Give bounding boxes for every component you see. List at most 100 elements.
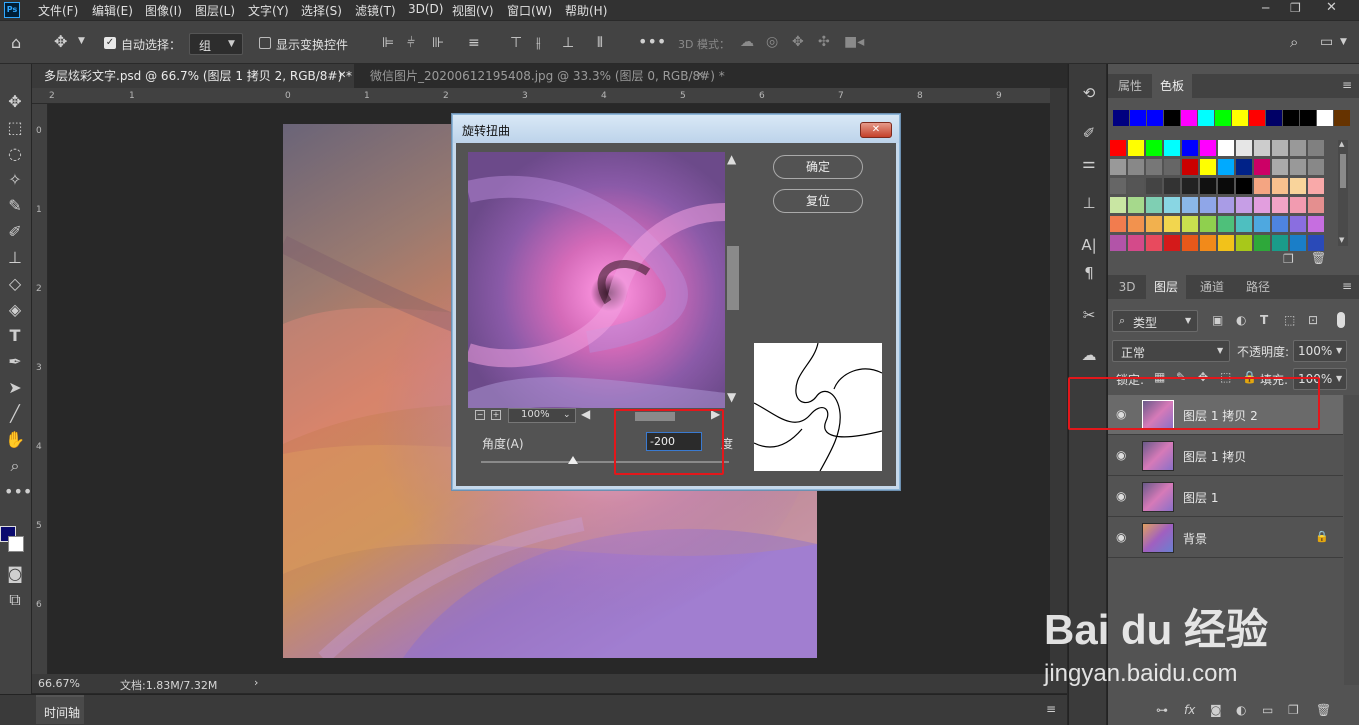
color-swatch[interactable] <box>1254 197 1270 213</box>
line-tool-icon[interactable]: ╱ <box>4 406 26 422</box>
color-swatch[interactable] <box>1272 197 1288 213</box>
color-swatch[interactable] <box>1308 140 1324 156</box>
color-swatch[interactable] <box>1146 235 1162 251</box>
preview-zoom-dropdown[interactable]: 100% ⌄ <box>508 408 576 423</box>
type-tool-icon[interactable]: T <box>4 328 26 344</box>
scroll-down-icon[interactable]: ▼ <box>727 390 736 404</box>
color-swatch[interactable] <box>1334 110 1350 126</box>
color-swatch[interactable] <box>1164 159 1180 175</box>
color-swatch[interactable] <box>1128 235 1144 251</box>
filter-shape-icon[interactable]: ⬚ <box>1284 314 1295 326</box>
color-swatch[interactable] <box>1272 216 1288 232</box>
menu-layer[interactable]: 图层(L) <box>195 2 235 19</box>
color-swatch[interactable] <box>1128 159 1144 175</box>
menu-image[interactable]: 图像(I) <box>145 2 182 19</box>
panel-menu-icon[interactable]: ≡ <box>1046 703 1056 715</box>
color-swatch[interactable] <box>1182 178 1198 194</box>
color-swatch[interactable] <box>1182 159 1198 175</box>
panel-menu-icon[interactable]: ≡ <box>1342 280 1352 292</box>
tab-active-document[interactable]: 多层炫彩文字.psd @ 66.7% (图层 1 拷贝 2, RGB/8#) *… <box>32 64 354 88</box>
zoom-tool-icon[interactable]: ⌕ <box>4 458 26 474</box>
layer-row[interactable]: ◉ 背景 🔒 <box>1108 518 1343 558</box>
color-swatch[interactable] <box>1290 216 1306 232</box>
menu-filter[interactable]: 滤镜(T) <box>355 2 396 19</box>
timeline-tab[interactable]: 时间轴 <box>36 695 84 724</box>
pan-3d-icon[interactable]: ✥ <box>792 35 804 49</box>
color-swatch[interactable] <box>1146 178 1162 194</box>
color-swatch[interactable] <box>1218 216 1234 232</box>
color-swatch[interactable] <box>1164 110 1180 126</box>
menu-3d[interactable]: 3D(D) <box>408 2 443 16</box>
color-swatch[interactable] <box>1254 178 1270 194</box>
color-swatch[interactable] <box>1236 159 1252 175</box>
layer-row[interactable]: ◉ 图层 1 拷贝 <box>1108 436 1343 476</box>
auto-select-dropdown[interactable]: 组 ▼ <box>189 33 243 55</box>
close-window-icon[interactable]: ✕ <box>1326 1 1337 14</box>
tab-swatches[interactable]: 色板 <box>1152 74 1192 98</box>
align-top-icon[interactable]: ⊤ <box>510 36 522 50</box>
roll-3d-icon[interactable]: ◎ <box>766 35 778 49</box>
dialog-titlebar[interactable]: 旋转扭曲 ✕ <box>453 115 899 143</box>
color-swatch[interactable] <box>1181 110 1197 126</box>
close-icon[interactable]: ✕ <box>860 122 892 138</box>
color-swatch[interactable] <box>1308 235 1324 251</box>
tab-document-2[interactable]: 微信图片_20200612195408.jpg @ 33.3% (图层 0, R… <box>358 64 725 88</box>
align-hcenter-icon[interactable]: ⫩ <box>407 36 415 50</box>
character-icon[interactable]: A| <box>1079 238 1099 253</box>
clone-source-icon[interactable]: ⊥ <box>1079 196 1099 211</box>
adjustments-icon[interactable]: ⚌ <box>1079 156 1099 171</box>
photoshop-logo[interactable]: Ps <box>4 2 20 18</box>
color-swatch[interactable] <box>1308 159 1324 175</box>
color-swatch[interactable] <box>1266 110 1282 126</box>
color-swatch[interactable] <box>1146 197 1162 213</box>
tab-layers[interactable]: 图层 <box>1146 275 1186 299</box>
canvas-vertical-scrollbar[interactable] <box>1050 88 1067 674</box>
color-swatch[interactable] <box>1128 140 1144 156</box>
color-swatch[interactable] <box>1308 197 1324 213</box>
color-swatch[interactable] <box>1200 216 1216 232</box>
color-swatch[interactable] <box>1164 197 1180 213</box>
paragraph-icon[interactable]: ¶ <box>1079 266 1099 281</box>
color-swatch[interactable] <box>1308 178 1324 194</box>
tools-icon[interactable]: ✂ <box>1079 308 1099 323</box>
color-swatch[interactable] <box>1164 235 1180 251</box>
close-tab-icon[interactable]: ✕ <box>696 64 704 88</box>
brush-settings-icon[interactable]: ✐ <box>1079 126 1099 141</box>
color-swatch[interactable] <box>1218 197 1234 213</box>
menu-help[interactable]: 帮助(H) <box>565 2 607 19</box>
color-swatch[interactable] <box>1110 159 1126 175</box>
filter-smart-object-icon[interactable]: ⊡ <box>1308 314 1318 326</box>
menu-file[interactable]: 文件(F) <box>38 2 78 19</box>
color-swatch[interactable] <box>1128 216 1144 232</box>
home-icon[interactable]: ⌂ <box>11 35 21 51</box>
path-selection-tool-icon[interactable]: ➤ <box>4 380 26 396</box>
color-swatch[interactable] <box>1290 140 1306 156</box>
color-swatch[interactable] <box>1128 197 1144 213</box>
distribute-icon[interactable]: ≡ <box>468 36 480 50</box>
libraries-icon[interactable]: ☁ <box>1079 348 1099 363</box>
more-options-icon[interactable]: ••• <box>638 34 666 50</box>
camera-3d-icon[interactable]: ■◂ <box>844 35 864 49</box>
quick-mask-icon[interactable]: ◙ <box>4 566 26 582</box>
color-swatch[interactable] <box>1200 140 1216 156</box>
scroll-up-icon[interactable]: ▲ <box>1339 140 1344 148</box>
scroll-down-icon[interactable]: ▼ <box>1339 236 1344 244</box>
color-swatch[interactable] <box>1146 159 1162 175</box>
color-swatch[interactable] <box>1182 216 1198 232</box>
color-swatch[interactable] <box>1128 178 1144 194</box>
color-swatch[interactable] <box>1200 159 1216 175</box>
menu-type[interactable]: 文字(Y) <box>248 2 289 19</box>
blend-mode-dropdown[interactable]: 正常 ▼ <box>1112 340 1230 362</box>
color-swatch[interactable] <box>1283 110 1299 126</box>
marquee-tool-icon[interactable]: ⬚ <box>4 120 26 136</box>
pen-tool-icon[interactable]: ✒ <box>4 354 26 370</box>
color-swatch[interactable] <box>1218 159 1234 175</box>
layer-name[interactable]: 图层 1 拷贝 <box>1183 448 1246 465</box>
color-swatch[interactable] <box>1215 110 1231 126</box>
lasso-tool-icon[interactable]: ◌ <box>4 146 26 162</box>
minimize-icon[interactable]: ─ <box>1262 2 1269 14</box>
show-transform-checkbox[interactable] <box>259 37 271 49</box>
color-swatch[interactable] <box>1110 216 1126 232</box>
align-right-icon[interactable]: ⊪ <box>432 36 444 50</box>
zoom-in-icon[interactable]: + <box>491 410 501 420</box>
